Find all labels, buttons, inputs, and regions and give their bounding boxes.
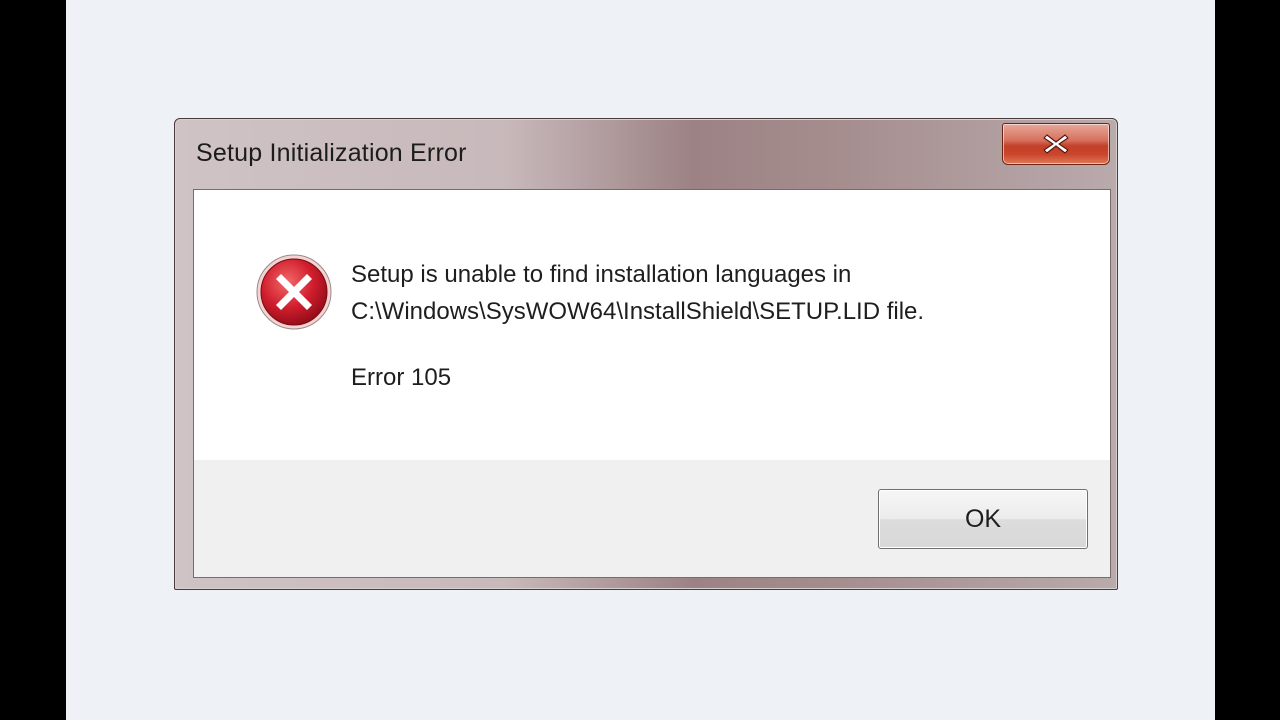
error-message: Setup is unable to find installation lan…	[351, 256, 924, 330]
error-icon	[256, 254, 332, 330]
error-code: Error 105	[351, 364, 452, 391]
ok-button[interactable]: OK	[878, 489, 1088, 549]
message-line-2: C:\Windows\SysWOW64\InstallShield\SETUP.…	[351, 298, 925, 325]
dialog-body: Setup is unable to find installation lan…	[193, 189, 1111, 578]
title-bar[interactable]: Setup Initialization Error	[175, 119, 1117, 189]
close-button[interactable]	[1002, 123, 1110, 165]
close-icon	[1043, 134, 1069, 154]
button-bar: OK	[194, 460, 1110, 577]
message-area: Setup is unable to find installation lan…	[194, 190, 1110, 460]
dialog-title: Setup Initialization Error	[196, 139, 467, 167]
error-dialog: Setup Initialization Error Setup is unab…	[174, 118, 1118, 590]
message-line-1: Setup is unable to find installation lan…	[351, 261, 852, 288]
